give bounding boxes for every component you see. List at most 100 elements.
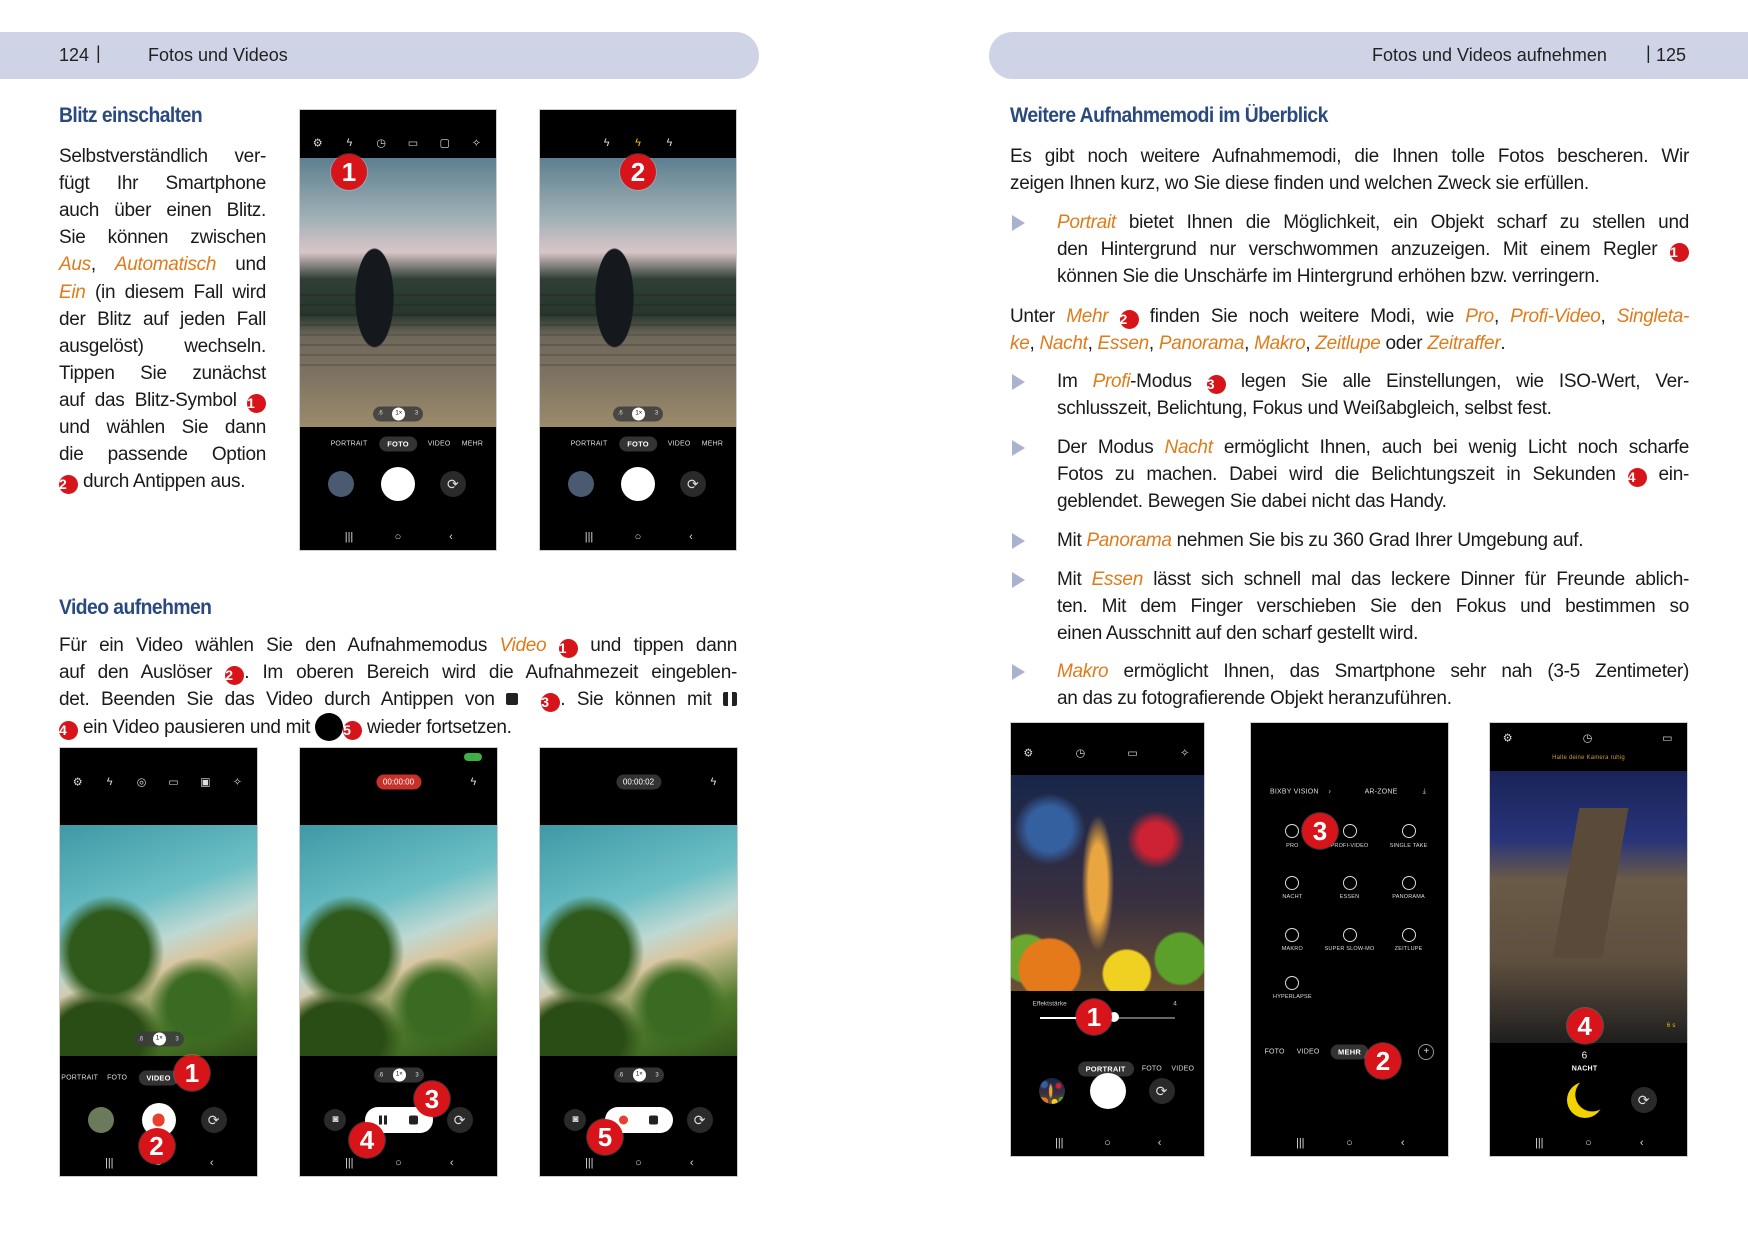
mode-essen[interactable]: ESSEN bbox=[1340, 894, 1360, 900]
flash-icon[interactable]: ϟ bbox=[710, 776, 716, 788]
zoom-option[interactable]: .6 bbox=[138, 1036, 143, 1042]
back-nav-icon[interactable]: ‹ bbox=[1640, 1137, 1644, 1149]
mode-makro[interactable]: MAKRO bbox=[1282, 946, 1303, 952]
flash-on-icon[interactable]: ϟ bbox=[666, 137, 672, 149]
zoom-option[interactable]: 3 bbox=[415, 1072, 418, 1078]
gear-icon[interactable]: ⚙ bbox=[73, 776, 83, 789]
mode-icon[interactable] bbox=[1401, 928, 1416, 943]
recents-nav-icon[interactable]: ||| bbox=[105, 1157, 114, 1169]
ar-zone-link[interactable]: AR-ZONE bbox=[1365, 789, 1398, 796]
pause-button[interactable] bbox=[379, 1115, 388, 1125]
home-nav-icon[interactable]: ○ bbox=[1346, 1137, 1353, 1149]
ratio-icon[interactable]: ▭ bbox=[1127, 747, 1137, 760]
switch-camera-icon[interactable]: ⟳ bbox=[686, 1107, 713, 1134]
mode-tab-video[interactable]: VIDEO bbox=[1297, 1049, 1320, 1056]
snapshot-camera-icon[interactable]: ◙ bbox=[324, 1109, 347, 1132]
flash-auto-icon[interactable]: ϟ bbox=[635, 137, 641, 149]
zoom-option[interactable]: 1× bbox=[152, 1032, 166, 1046]
night-mode-label[interactable]: NACHT bbox=[1572, 1066, 1598, 1073]
night-shutter-button[interactable] bbox=[1566, 1081, 1603, 1118]
recents-nav-icon[interactable]: ||| bbox=[345, 1157, 354, 1169]
switch-camera-icon[interactable]: ⟳ bbox=[1630, 1086, 1657, 1113]
gallery-thumbnail[interactable] bbox=[328, 471, 355, 497]
mode-tab-mehr[interactable]: MEHR bbox=[1330, 1044, 1369, 1060]
recents-nav-icon[interactable]: ||| bbox=[345, 531, 354, 543]
mode-super-slow-mo[interactable]: SUPER SLOW-MO bbox=[1325, 946, 1375, 952]
mode-icon[interactable] bbox=[1285, 928, 1300, 943]
zoom-option[interactable]: .6 bbox=[378, 411, 383, 417]
mode-pro[interactable]: PRO bbox=[1286, 843, 1299, 849]
mode-tab-portrait[interactable]: PORTRAIT bbox=[331, 441, 368, 448]
zoom-option[interactable]: 3 bbox=[175, 1036, 178, 1042]
mode-icon[interactable] bbox=[1285, 876, 1300, 891]
timer-icon[interactable]: ◷ bbox=[376, 137, 386, 150]
mode-tab-video[interactable]: VIDEO bbox=[668, 441, 691, 448]
zoom-selector[interactable]: .6 1× 3 bbox=[613, 406, 663, 422]
mode-icon[interactable] bbox=[1285, 975, 1300, 990]
gear-icon[interactable]: ⚙ bbox=[1503, 732, 1513, 745]
zoom-option[interactable]: .6 bbox=[618, 1072, 623, 1078]
stop-button[interactable] bbox=[648, 1115, 658, 1125]
mode-tab-portrait[interactable]: PORTRAIT bbox=[571, 441, 608, 448]
gallery-thumbnail[interactable] bbox=[568, 471, 595, 497]
zoom-selector[interactable]: .6 1× 3 bbox=[613, 1067, 664, 1083]
flash-off-icon[interactable]: ϟ bbox=[604, 137, 610, 149]
switch-camera-icon[interactable]: ⟳ bbox=[439, 471, 466, 497]
mode-nacht[interactable]: NACHT bbox=[1282, 894, 1302, 900]
recents-nav-icon[interactable]: ||| bbox=[585, 531, 594, 543]
gear-icon[interactable]: ⚙ bbox=[1023, 747, 1033, 760]
mode-icon[interactable] bbox=[1401, 824, 1416, 839]
zoom-selector[interactable]: .6 1× 3 bbox=[373, 406, 423, 422]
mode-tab-foto[interactable]: FOTO bbox=[107, 1074, 127, 1081]
ratio-icon[interactable]: ▭ bbox=[1662, 732, 1672, 745]
zoom-option[interactable]: .6 bbox=[378, 1072, 383, 1078]
mode-icon[interactable] bbox=[1342, 928, 1357, 943]
home-nav-icon[interactable]: ○ bbox=[635, 531, 642, 543]
shutter-button[interactable] bbox=[1089, 1073, 1126, 1110]
back-nav-icon[interactable]: ‹ bbox=[690, 1157, 694, 1169]
effects-icon[interactable]: ✧ bbox=[1180, 747, 1189, 760]
zoom-option[interactable]: 1× bbox=[632, 407, 646, 421]
home-nav-icon[interactable]: ○ bbox=[1104, 1137, 1111, 1149]
gallery-thumbnail[interactable] bbox=[88, 1107, 115, 1134]
switch-camera-icon[interactable]: ⟳ bbox=[446, 1107, 473, 1134]
effects-icon[interactable]: ✧ bbox=[472, 137, 481, 150]
recents-nav-icon[interactable]: ||| bbox=[1055, 1137, 1064, 1149]
back-nav-icon[interactable]: ‹ bbox=[450, 1157, 454, 1169]
flash-auto-icon[interactable]: ϟ bbox=[346, 137, 352, 149]
back-nav-icon[interactable]: ‹ bbox=[210, 1157, 214, 1169]
ratio-icon[interactable]: ▭ bbox=[168, 776, 178, 789]
back-nav-icon[interactable]: ‹ bbox=[449, 531, 453, 543]
flash-icon[interactable]: ϟ bbox=[470, 776, 476, 788]
uhd-icon[interactable]: ▣ bbox=[200, 776, 210, 789]
home-nav-icon[interactable]: ○ bbox=[635, 1157, 642, 1169]
mode-tab-foto[interactable]: FOTO bbox=[1265, 1049, 1285, 1056]
mode-tab-foto[interactable]: FOTO bbox=[619, 436, 657, 452]
mode-hyperlapse[interactable]: HYPERLAPSE bbox=[1273, 994, 1312, 1000]
mode-tab-mehr[interactable]: MEHR bbox=[702, 441, 723, 448]
recents-nav-icon[interactable]: ||| bbox=[1296, 1137, 1305, 1149]
mode-tab-foto[interactable]: FOTO bbox=[379, 436, 417, 452]
zoom-option[interactable]: 1× bbox=[392, 1068, 406, 1082]
switch-camera-icon[interactable]: ⟳ bbox=[200, 1107, 227, 1134]
stop-button[interactable] bbox=[408, 1115, 418, 1125]
mode-single-take[interactable]: SINGLE TAKE bbox=[1390, 843, 1428, 849]
stabilizer-icon[interactable]: ◎ bbox=[137, 776, 147, 789]
mode-tab-portrait[interactable]: PORTRAIT bbox=[61, 1074, 98, 1081]
zoom-option[interactable]: 1× bbox=[392, 407, 406, 421]
flash-icon[interactable]: ϟ bbox=[107, 776, 113, 788]
mode-tab-video[interactable]: VIDEO bbox=[428, 441, 451, 448]
add-mode-button[interactable]: + bbox=[1418, 1044, 1435, 1061]
ratio-icon[interactable]: ▭ bbox=[408, 137, 418, 150]
timer-icon[interactable]: ◷ bbox=[1583, 732, 1593, 745]
back-nav-icon[interactable]: ‹ bbox=[1401, 1137, 1405, 1149]
zoom-option[interactable]: .6 bbox=[618, 411, 623, 417]
shutter-button[interactable] bbox=[621, 467, 655, 501]
effects-icon[interactable]: ✧ bbox=[233, 776, 242, 789]
zoom-option[interactable]: 3 bbox=[655, 1072, 658, 1078]
zoom-option[interactable]: 3 bbox=[655, 411, 658, 417]
mode-tab-video[interactable]: VIDEO bbox=[138, 1070, 179, 1086]
bixby-vision-link[interactable]: BIXBY VISION bbox=[1270, 789, 1319, 796]
timer-icon[interactable]: ◷ bbox=[1076, 747, 1086, 760]
snapshot-camera-icon[interactable]: ◙ bbox=[564, 1109, 587, 1132]
